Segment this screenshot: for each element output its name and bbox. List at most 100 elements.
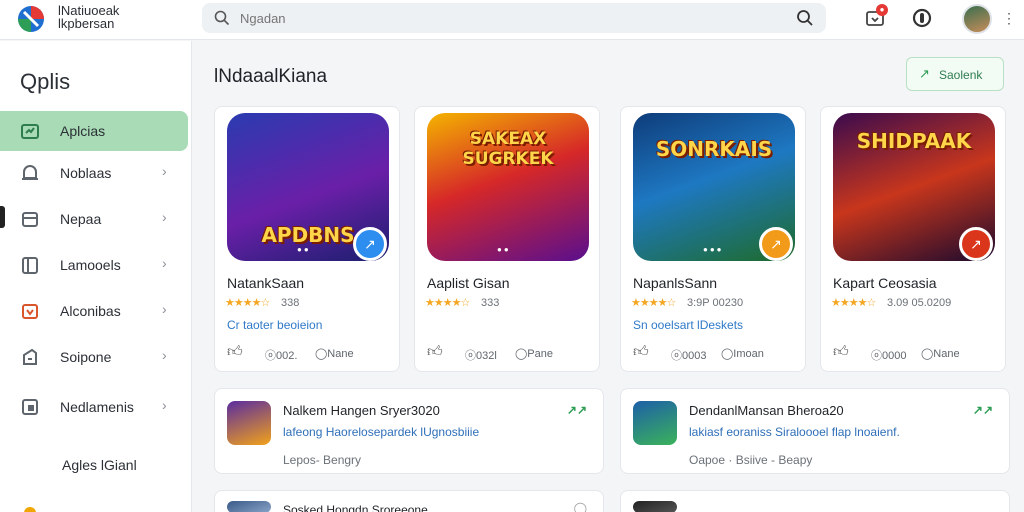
game-card[interactable]: APDBNS ●● ↗ NatankSaan ★★★★☆ 338 Cr taot… (214, 106, 400, 372)
bell-icon (22, 165, 38, 180)
action-button-label: Saolenk (939, 68, 983, 82)
game-name: Kapart Ceosasia (833, 275, 937, 291)
sidebar-item-lamooels[interactable]: Lamooels › (0, 245, 188, 285)
edge-handle[interactable] (0, 206, 5, 228)
search-icon (214, 10, 230, 26)
like-icon[interactable]: 👍︎ (833, 343, 849, 361)
sidebar-title: Qplis (20, 69, 71, 94)
notification-badge: ● (876, 4, 888, 16)
sidebar-item-alconibas[interactable]: Alconibas › (0, 291, 188, 331)
list-item-meta: Oapoe · Bsiive - Beapy (689, 453, 813, 467)
list-item-title: Sosked Hongdn Sroreeone (283, 503, 428, 512)
game-card[interactable]: SAKEAX SUGRKEK ●● Aaplist Gisan ★★★★☆ 33… (414, 106, 600, 372)
sidebar-item-noblaas[interactable]: Noblaas › (0, 153, 188, 193)
game-name: NapanlsSann (633, 275, 718, 291)
list-item-meta: Lepos- Bengry (283, 453, 362, 467)
avatar[interactable] (962, 4, 992, 34)
brand-line-2: lkpbersan (58, 16, 115, 31)
chevron-right-icon: › (162, 397, 167, 413)
game-card[interactable]: SHIDPAAK ↗ Kapart Ceosasia ★★★★☆ 3.09 05… (820, 106, 1006, 372)
rating-stars: ★★★★☆ (631, 297, 676, 309)
sidebar-item-label: Nepaa (60, 211, 102, 227)
chevron-right-icon: › (162, 163, 167, 179)
rating-count: 338 (281, 297, 300, 309)
chevron-right-icon: › (162, 209, 167, 225)
like-icon[interactable]: 👍︎ (227, 343, 243, 361)
sidebar-item-nepaa[interactable]: Nepaa › (0, 199, 188, 239)
game-thumbnail (633, 501, 677, 512)
rating-count: 333 (481, 297, 500, 309)
views-count: ⓞ0003 (671, 350, 707, 362)
list-item[interactable] (620, 490, 1010, 512)
list-item-title: Nalkem Hangen Sryer3020 (283, 403, 440, 418)
chevron-right-icon: › (162, 255, 167, 271)
library-icon (22, 257, 38, 274)
comments-count: ◯Pane (515, 348, 554, 360)
game-link[interactable]: Sn ooelsart lDeskets (633, 318, 743, 332)
game-thumbnail (227, 401, 271, 445)
game-thumbnail (633, 401, 677, 445)
list-item-description[interactable]: lakiasf eoraniss Siraloooel flap lnoaien… (689, 425, 900, 439)
sidebar-item-label: Lamooels (60, 257, 121, 273)
chevron-right-icon: › (162, 347, 167, 363)
game-name: Aaplist Gisan (427, 275, 510, 291)
comment-icon: ◯ (573, 501, 587, 512)
comments-count: ◯Nane (921, 348, 960, 360)
trending-icon: ↗↗ (972, 403, 993, 417)
game-name: NatankSaan (227, 275, 305, 291)
list-item[interactable]: DendanlMansan Bheroa20 lakiasf eoraniss … (620, 388, 1010, 474)
rating-stars: ★★★★☆ (225, 297, 270, 309)
download-icon (22, 399, 38, 415)
comments-count: ◯Nane (315, 348, 354, 360)
wallet-icon (23, 348, 37, 365)
game-link[interactable]: Cr taoter beoieion (227, 318, 322, 332)
views-count: ⓞ002. (265, 350, 298, 362)
views-count: ⓞ032l (465, 350, 497, 362)
rating-stars: ★★★★☆ (425, 297, 470, 309)
cover-title-art: SHIDPAAK (856, 129, 972, 153)
share-icon[interactable]: ↗ (959, 227, 993, 261)
action-button[interactable]: ↗ Saolenk (906, 57, 1004, 91)
sidebar: Qplis Aplcias Noblaas › Nepaa › Lamooels… (0, 41, 192, 512)
status-icon[interactable] (911, 7, 933, 29)
views-count: ⓞ0000 (871, 350, 907, 362)
sidebar-footer[interactable]: Agles lGianl (62, 457, 137, 473)
share-icon[interactable]: ↗ (353, 227, 387, 261)
cover-title-art: SONRKAIS (655, 137, 773, 161)
top-bar: lNatiuoeak lkpbersan ● ⋮ (0, 0, 1024, 40)
carousel-dots: ●● (297, 245, 311, 254)
rating-stars: ★★★★☆ (831, 297, 876, 309)
calendar-icon (22, 304, 38, 319)
cover-title-art: SAKEAX SUGRKEK (462, 129, 554, 169)
list-item-title: DendanlMansan Bheroa20 (689, 403, 844, 418)
gamepad-icon (21, 124, 39, 139)
like-icon[interactable]: 👍︎ (427, 343, 443, 361)
more-options-icon[interactable]: ⋮ (1002, 10, 1016, 27)
list-item[interactable]: Sosked Hongdn Sroreeone ◯ (214, 490, 604, 512)
share-icon[interactable]: ↗ (759, 227, 793, 261)
list-item[interactable]: Nalkem Hangen Sryer3020 lafeong Haorelos… (214, 388, 604, 474)
chevron-right-icon: › (162, 301, 167, 317)
sidebar-item-label: Aplcias (60, 123, 106, 139)
game-card[interactable]: SONRKAIS ●●● ↗ NapanlsSann ★★★★☆ 3:9P 00… (620, 106, 806, 372)
search-input[interactable] (240, 8, 760, 28)
sidebar-item-label: Alconibas (60, 303, 121, 319)
search-submit-icon[interactable] (796, 9, 814, 27)
sidebar-item-soipone[interactable]: Soipone › (0, 337, 188, 377)
sidebar-item-nedlamenis[interactable]: Nedlamenis › (0, 387, 188, 427)
status-dot (24, 507, 36, 512)
sidebar-item-aplcias[interactable]: Aplcias (0, 111, 188, 151)
search-bar (202, 3, 826, 33)
page-title: lNdaaalKiana (214, 66, 328, 87)
brand-name: lNatiuoeak lkpbersan (58, 4, 119, 30)
list-item-description[interactable]: lafeong Haorelosepardek lUgnosbiiie (283, 425, 479, 439)
game-cover-image[interactable]: SAKEAX SUGRKEK ●● (427, 113, 589, 261)
app-logo-icon[interactable] (16, 4, 46, 34)
game-thumbnail (227, 501, 271, 512)
like-icon[interactable]: 👍︎ (633, 343, 649, 361)
rating-count: 3:9P 00230 (687, 297, 744, 309)
carousel-dots: ●● (497, 245, 511, 254)
rating-count: 3.09 05.0209 (887, 297, 952, 309)
card-icon (22, 212, 38, 227)
trending-icon: ↗↗ (566, 403, 587, 417)
